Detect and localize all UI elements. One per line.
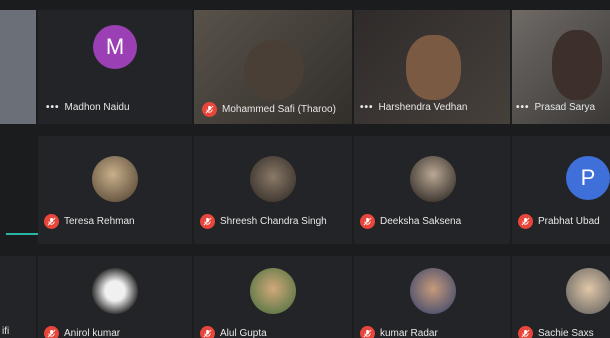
participant-name: Mohammed Safi (Tharoo) [222, 104, 336, 115]
participant-nameplate: ••• Madhon Naidu [46, 102, 130, 113]
microphone-off-icon [200, 326, 215, 338]
microphone-off-icon [518, 326, 533, 338]
participant-name: Alul Gupta [220, 328, 267, 338]
participant-nameplate: Anirol kumar [44, 326, 120, 338]
more-options-icon[interactable]: ••• [360, 102, 374, 113]
avatar-letter: M [105, 34, 125, 59]
participant-tile[interactable]: Sachie Saxs [512, 256, 610, 338]
participant-tile[interactable]: P Prabhat Ubad [512, 136, 610, 244]
avatar [566, 268, 610, 314]
participant-nameplate: ••• Prasad Sarya [516, 102, 595, 113]
participant-name: Sachie Saxs [538, 328, 594, 338]
participant-name: Teresa Rehman [64, 216, 135, 227]
participant-nameplate: Shreesh Chandra Singh [200, 214, 327, 229]
more-options-icon[interactable]: ••• [516, 102, 530, 113]
participant-nameplate: ifi [2, 326, 9, 337]
participant-tile[interactable]: ifi [0, 256, 36, 338]
participant-name: Deeksha Saksena [380, 216, 462, 227]
more-options-icon[interactable]: ••• [46, 102, 60, 113]
participant-name: Anirol kumar [64, 328, 121, 338]
active-speaker-indicator [6, 233, 38, 235]
microphone-off-icon [360, 326, 375, 338]
participant-tile[interactable] [0, 10, 36, 124]
video-feed [244, 40, 304, 100]
video-feed [552, 30, 602, 100]
participant-tile[interactable]: Mohammed Safi (Tharoo) [194, 10, 352, 124]
avatar-letter: P [580, 165, 596, 190]
microphone-off-icon [44, 214, 59, 229]
participant-tile[interactable]: Teresa Rehman [38, 136, 192, 244]
participant-nameplate: kumar Radar [360, 326, 438, 338]
participant-name: ifi [2, 326, 10, 337]
participant-nameplate: Mohammed Safi (Tharoo) [202, 102, 336, 117]
participant-tile[interactable]: Deeksha Saksena [354, 136, 510, 244]
participant-tile[interactable]: Alul Gupta [194, 256, 352, 338]
avatar: M [93, 25, 137, 69]
participant-nameplate: Sachie Saxs [518, 326, 594, 338]
participant-name: Harshendra Vedhan [378, 102, 468, 113]
avatar [410, 156, 456, 202]
participant-nameplate: ••• Harshendra Vedhan [360, 102, 467, 113]
microphone-off-icon [202, 102, 217, 117]
avatar [410, 268, 456, 314]
participant-name: Shreesh Chandra Singh [220, 216, 327, 227]
avatar [92, 156, 138, 202]
avatar: P [566, 156, 610, 200]
participant-tile[interactable]: kumar Radar [354, 256, 510, 338]
video-feed [406, 35, 461, 100]
avatar [92, 268, 138, 314]
participant-tile[interactable]: ••• Prasad Sarya [512, 10, 610, 124]
participant-nameplate: Deeksha Saksena [360, 214, 461, 229]
microphone-off-icon [518, 214, 533, 229]
participant-name: kumar Radar [380, 328, 438, 338]
participant-name: Madhon Naidu [64, 102, 130, 113]
participant-tile[interactable]: Shreesh Chandra Singh [194, 136, 352, 244]
microphone-off-icon [200, 214, 215, 229]
participant-name: Prasad Sarya [534, 102, 596, 113]
participant-nameplate: Prabhat Ubad [518, 214, 600, 229]
microphone-off-icon [360, 214, 375, 229]
microphone-off-icon [44, 326, 59, 338]
participant-nameplate: Teresa Rehman [44, 214, 135, 229]
participant-tile[interactable]: Anirol kumar [38, 256, 192, 338]
participant-tile[interactable]: ••• Harshendra Vedhan [354, 10, 510, 124]
avatar [250, 268, 296, 314]
avatar [250, 156, 296, 202]
participant-name: Prabhat Ubad [538, 216, 600, 227]
participant-tile[interactable]: M ••• Madhon Naidu [38, 10, 192, 124]
participant-nameplate: Alul Gupta [200, 326, 267, 338]
